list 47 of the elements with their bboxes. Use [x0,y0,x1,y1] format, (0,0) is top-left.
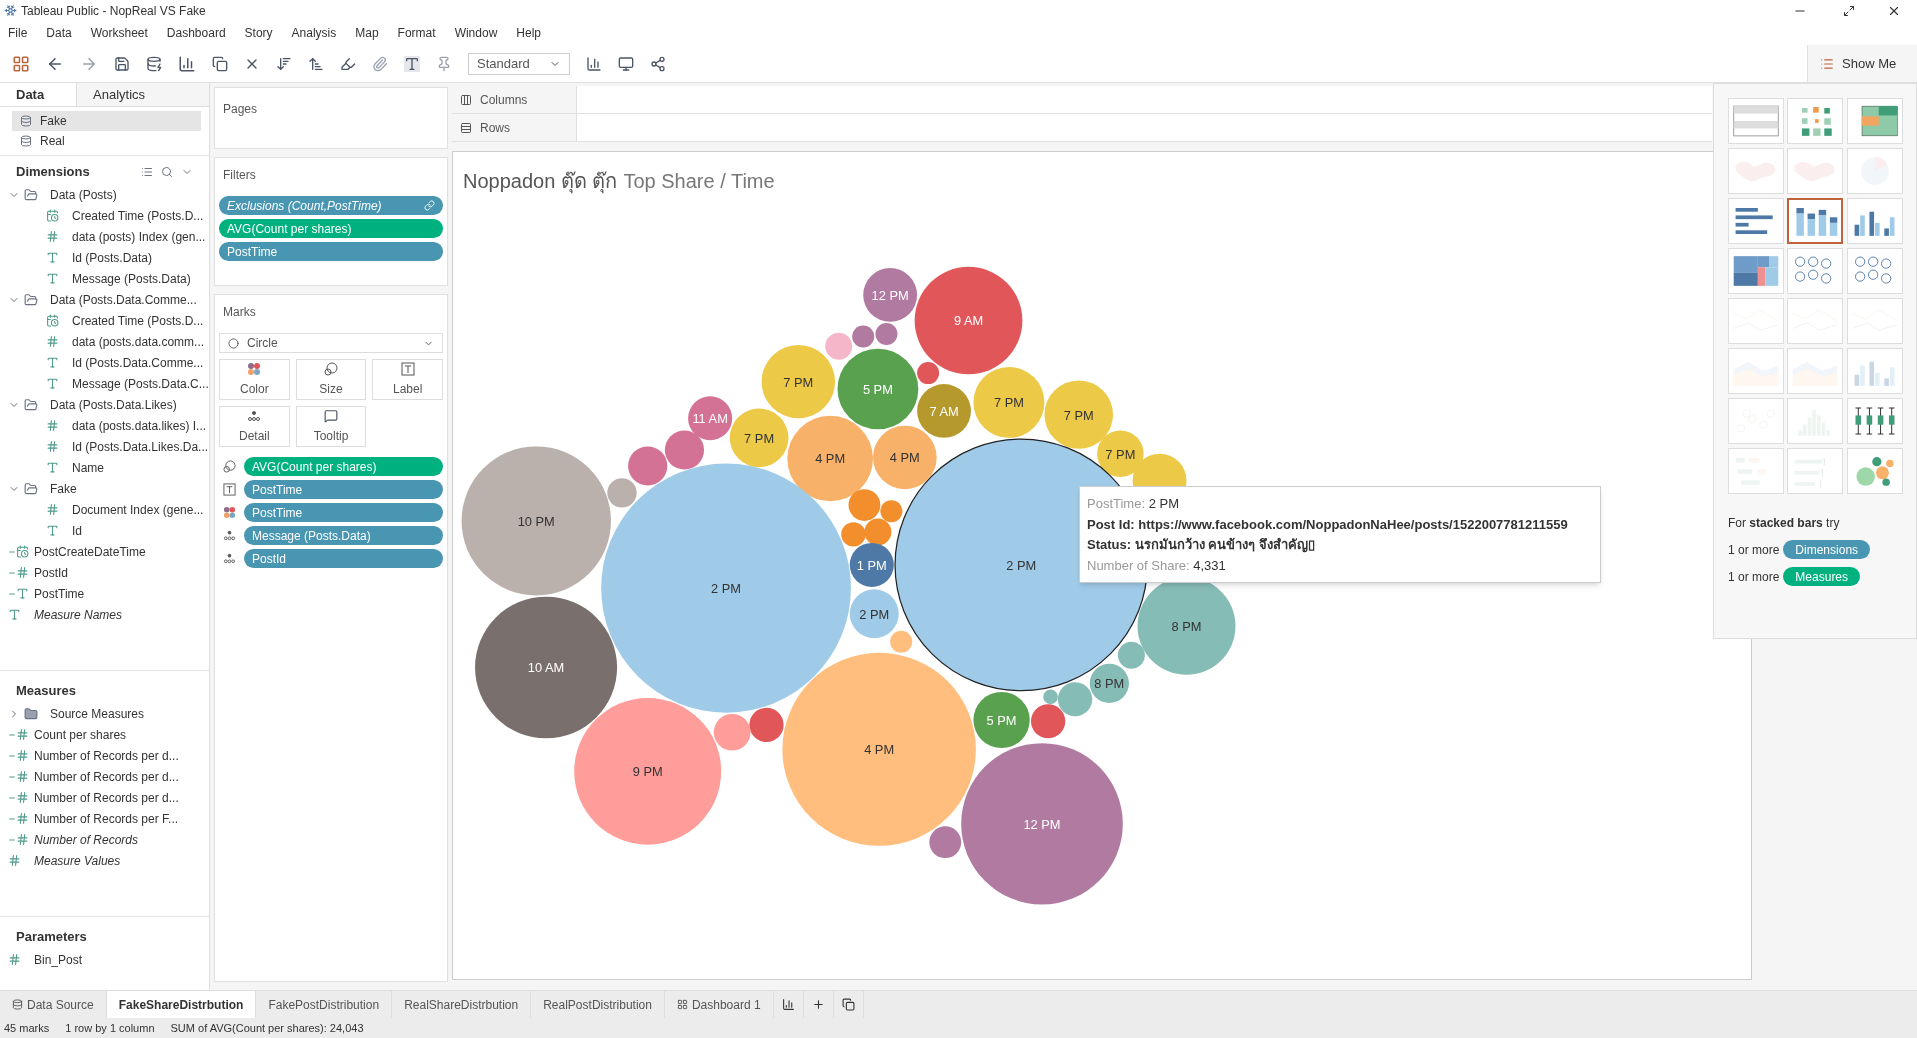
bubble-label: 8 PM [1171,618,1202,634]
bubble-label: 10 PM [517,513,555,529]
bubble-label: 12 PM [871,287,909,303]
tooltip-line: Status: นรกมันกว้าง คนข้างๆ จึงสำคัญ▯ [1087,536,1316,555]
bubble-label: 4 PM [889,450,920,466]
bubble-label: 10 AM [527,660,565,676]
status-text: 45 marks [4,1020,50,1036]
show-me-hint: For stacked bars try [1728,515,1841,532]
status-text: 1 row by 1 column [65,1020,155,1036]
bubble-label: 2 PM [1006,557,1037,573]
card-title: Pages [223,102,258,116]
bubble-label: 11 AM [692,411,728,427]
tooltip-line: Number of Share: 4,331 [1087,556,1227,575]
bubble-label: 7 AM [929,403,959,419]
requirement-text: 1 or more [1728,541,1780,559]
card-title: Filters [222,167,257,184]
bubble-label: 5 PM [986,712,1017,728]
tooltip-line: Post Id: https://www.facebook.com/NoppadonNaHee/posts/1522007781211559 [1087,515,1569,534]
bubble-label: 5 PM [862,381,893,397]
bubble-label: 2 PM [859,606,890,622]
section-heading: Measures [16,682,76,701]
bubble-label: 7 PM [993,395,1024,411]
status-text: SUM of AVG(Count per shares): 24,043 [170,1020,364,1036]
bubble-label: 4 PM [864,742,895,758]
bubble-label: 4 PM [815,451,846,467]
bubble-label: 2 PM [711,581,742,596]
bubble-label: 7 PM [783,374,814,390]
section-heading: Parameters [16,928,87,947]
card-title: Marks [222,304,257,321]
shelf-label: Columns [452,86,577,113]
bubble-label: 12 PM [1023,816,1061,832]
requirement-pill: Dimensions [1783,540,1871,559]
window-title: Tableau Public - NopReal VS Fake [21,2,206,20]
view-title-name: Noppadon ตุ๊ด ตุ๊ก [463,169,618,196]
requirement-text: 1 or more [1728,568,1780,586]
bubble-label: 7 PM [744,430,775,446]
bubble-label: 8 PM [1094,676,1125,692]
bubble-label: 1 PM [856,557,887,573]
requirement-pill: Measures [1783,567,1861,586]
tooltip-line: PostTime: 2 PM [1087,495,1180,513]
view-title: Top Share / Time [623,169,775,194]
bubble-label: 9 PM [632,764,663,780]
shelf-label: Rows [452,114,577,141]
section-heading: Dimensions [16,163,91,182]
bubble-label: 7 PM [1063,407,1094,423]
bubble-label: 9 AM [953,313,984,329]
bubble-label: 7 PM [1105,446,1136,462]
